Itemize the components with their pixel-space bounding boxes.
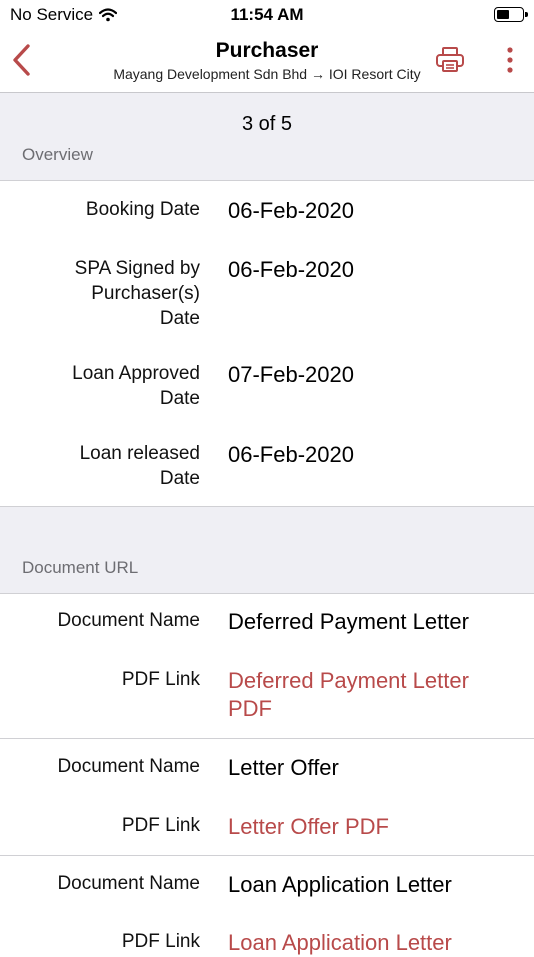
documents-section: Document Name Deferred Payment Letter PD…	[0, 593, 534, 955]
printer-icon	[436, 47, 464, 72]
divider	[0, 738, 534, 739]
field-value: 06-Feb-2020	[228, 198, 354, 223]
field-value: 06-Feb-2020	[228, 257, 354, 282]
pdf-link[interactable]: Deferred Payment Letter PDF	[228, 667, 514, 723]
status-bar: No Service 11:54 AM	[0, 0, 534, 30]
field-label: Document Name	[57, 756, 200, 777]
field-label: Document Name	[57, 610, 200, 631]
field-label: PDF Link	[121, 931, 200, 952]
divider	[0, 855, 534, 856]
pdf-link[interactable]: Letter Offer PDF	[228, 813, 514, 841]
field-label: Loan Approved Date	[72, 363, 200, 409]
print-button[interactable]	[434, 46, 466, 74]
pdf-link[interactable]: Loan Application Letter	[228, 929, 514, 957]
more-options-button[interactable]	[500, 46, 520, 74]
document-section-header: Document URL	[22, 558, 139, 577]
field-label: PDF Link	[121, 669, 200, 690]
document-header-area: Document URL	[0, 506, 534, 594]
document-name: Letter Offer	[228, 755, 339, 780]
overview-header-area: 3 of 5 Overview	[0, 93, 534, 180]
field-value: 06-Feb-2020	[228, 442, 354, 467]
pager-indicator: 3 of 5	[241, 113, 293, 135]
navigation-bar: Purchaser Mayang Development Sdn Bhd → I…	[0, 30, 534, 93]
field-label: PDF Link	[121, 815, 200, 836]
field-label: Booking Date	[85, 199, 200, 220]
field-label: SPA Signed by Purchaser(s) Date	[74, 258, 200, 329]
document-name: Loan Application Letter	[228, 872, 452, 897]
overview-section-header: Overview	[22, 145, 93, 164]
overview-section: Booking Date 06-Feb-2020 SPA Signed by P…	[0, 180, 534, 506]
field-value: 07-Feb-2020	[228, 362, 354, 387]
clock: 11:54 AM	[230, 5, 304, 24]
field-label: Document Name	[57, 873, 200, 894]
document-name: Deferred Payment Letter	[228, 609, 469, 634]
more-vertical-icon	[507, 47, 513, 73]
battery-icon	[494, 7, 528, 22]
field-label: Loan released Date	[79, 443, 200, 489]
